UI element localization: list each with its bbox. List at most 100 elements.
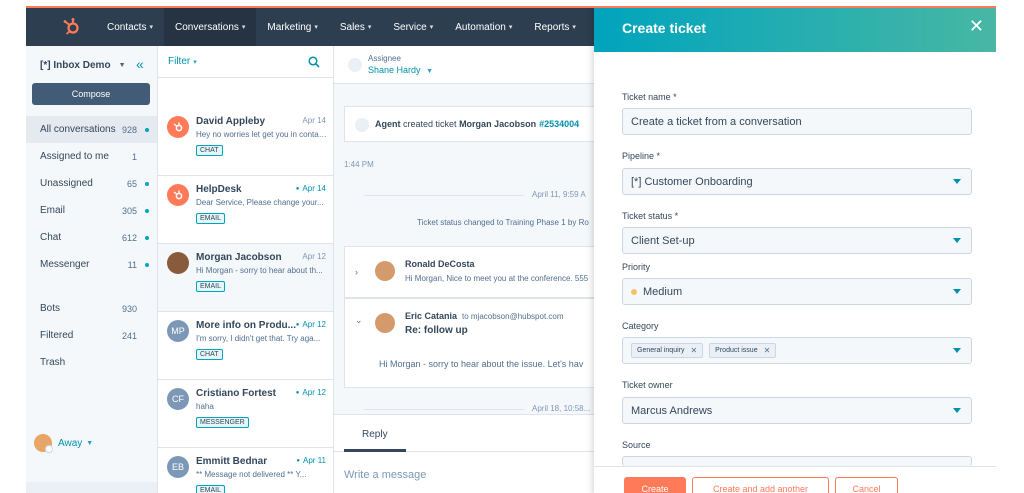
sidebar-item-unassigned[interactable]: Unassigned 65 (26, 170, 157, 197)
sidebar-item-label: Unassigned (40, 178, 93, 189)
message-input[interactable]: Write a message (344, 469, 426, 481)
conversation-date: Apr 12 (302, 252, 326, 261)
category-multiselect[interactable]: General inquiry ✕ Product issue ✕ (622, 337, 972, 364)
create-button[interactable]: Create (624, 477, 686, 493)
avatar (167, 252, 189, 274)
nav-automation[interactable]: Automation ▾ (444, 8, 523, 46)
sidebar-item-count: 305 (121, 205, 137, 216)
caret-down-icon (953, 348, 961, 353)
sidebar-item-label: Messenger (40, 259, 90, 270)
chevron-down-icon: ▾ (429, 24, 434, 31)
create-and-add-another-button[interactable]: Create and add another (692, 477, 829, 493)
list-item[interactable]: MP More info on Produ... Apr 12 I'm sorr… (158, 312, 333, 380)
pipeline-select[interactable]: [*] Customer Onboarding (622, 168, 972, 195)
chevron-right-icon[interactable]: › (355, 267, 358, 277)
sidebar-item-count: 612 (121, 232, 137, 243)
nav-conversations[interactable]: Conversations ▾ (163, 8, 257, 46)
conversation-name: David Appleby (196, 116, 266, 127)
nav-sales[interactable]: Sales ▾ (329, 8, 383, 46)
sidebar-item-label: Chat (40, 232, 62, 243)
user-icon (348, 58, 362, 72)
chevron-down-icon[interactable]: ⌄ (355, 315, 363, 326)
chevron-down-icon: ▾ (508, 24, 513, 31)
sidebar-item-email[interactable]: Email 305 (26, 197, 157, 224)
collapse-sidebar-icon[interactable]: « (136, 56, 144, 72)
email-body: Hi Morgan - sorry to hear about the issu… (379, 359, 584, 369)
list-item[interactable]: CF Cristiano Fortest Apr 12 haha MESSENG… (158, 380, 333, 448)
chevron-down-icon: ▾ (241, 24, 246, 31)
sidebar-item-assigned-to-me[interactable]: Assigned to me 1 (26, 143, 157, 170)
list-item[interactable]: EB Emmitt Bednar Apr 11 ** Message not d… (158, 448, 333, 493)
ticket-link[interactable]: #2534004 (539, 119, 579, 129)
thread-header: Assignee Shane Hardy ▼ (334, 46, 594, 84)
caret-down-icon (953, 238, 961, 243)
panel-footer: Create Create and add another Cancel (594, 466, 996, 493)
sidebar-item-messenger[interactable]: Messenger 11 (26, 251, 157, 278)
ticket-name-input[interactable]: Create a ticket from a conversation (622, 108, 972, 135)
panel-header: Create ticket ✕ (594, 8, 996, 52)
list-item[interactable]: David Appleby Apr 14 Hey no worries let … (158, 108, 333, 176)
close-icon[interactable]: ✕ (969, 16, 984, 37)
caret-down-icon: ▼ (118, 62, 126, 69)
list-item[interactable]: HelpDesk Apr 14 Dear Service, Please cha… (158, 176, 333, 244)
ticket-icon (355, 118, 369, 132)
sidebar-item-chat[interactable]: Chat 612 (26, 224, 157, 251)
panel-title: Create ticket (622, 20, 707, 36)
compose-button[interactable]: Compose (32, 83, 150, 105)
email-subject: Re: follow up (405, 325, 468, 336)
chevron-down-icon: ▾ (367, 24, 372, 31)
avatar: MP (167, 320, 189, 342)
sidebar-item-bots[interactable]: Bots 930 (26, 295, 157, 322)
assignee-selector[interactable]: Shane Hardy ▼ (368, 65, 433, 75)
nav-service[interactable]: Service ▾ (382, 8, 444, 46)
unread-dot-icon (145, 182, 149, 186)
remove-chip-icon[interactable]: ✕ (764, 346, 771, 355)
channel-badge: EMAIL (196, 281, 226, 292)
inbox-name: [*] Inbox Demo (40, 60, 111, 71)
sender-name: Ronald DeCosta (405, 259, 475, 269)
nav-contacts[interactable]: Contacts ▾ (96, 8, 164, 46)
sidebar-item-trash[interactable]: Trash (26, 349, 157, 376)
availability-status[interactable]: Away ▼ (34, 434, 94, 453)
unread-dot-icon (145, 263, 149, 267)
inbox-selector[interactable]: [*] Inbox Demo ▼ (40, 60, 126, 71)
search-icon[interactable] (308, 56, 320, 71)
sidebar-item-count: 1 (131, 151, 137, 162)
ticket-status-select[interactable]: Client Set-up (622, 227, 972, 254)
hubspot-logo-icon[interactable] (48, 8, 96, 46)
filter-button[interactable]: Filter (168, 56, 190, 67)
remove-chip-icon[interactable]: ✕ (690, 346, 697, 355)
conversation-preview: haha (196, 402, 214, 411)
status-label: Away (58, 437, 83, 449)
caret-down-icon (953, 289, 961, 294)
chevron-down-icon: ▾ (572, 24, 576, 31)
caret-down-icon (953, 179, 961, 184)
sidebar-item-count: 65 (126, 178, 137, 189)
source-select[interactable] (622, 456, 972, 466)
nav-marketing[interactable]: Marketing ▾ (256, 8, 328, 46)
caret-down-icon: ▼ (86, 439, 94, 447)
conversation-date: Apr 14 (302, 116, 326, 125)
cancel-button[interactable]: Cancel (835, 477, 898, 493)
conversation-date: Apr 12 (296, 388, 326, 397)
email-message-collapsed[interactable]: › Ronald DeCosta Hi Morgan, Nice to meet… (344, 246, 594, 298)
email-message-expanded[interactable]: ⌄ Eric Catania to mjacobson@hubspot.com … (344, 298, 594, 388)
category-chip: Product issue ✕ (709, 343, 777, 358)
list-item[interactable]: Morgan Jacobson Apr 12 Hi Morgan - sorry… (158, 244, 333, 312)
assignee-label: Assignee (368, 54, 401, 63)
sidebar-item-filtered[interactable]: Filtered 241 (26, 322, 157, 349)
channel-badge: MESSENGER (196, 417, 249, 428)
caret-down-icon (953, 408, 961, 413)
ticket-name-label: Ticket name * (622, 92, 677, 102)
avatar (34, 434, 53, 453)
inbox-sidebar: [*] Inbox Demo ▼ « Compose All conversat… (26, 46, 158, 493)
tab-reply[interactable]: Reply (362, 429, 388, 440)
ticket-owner-select[interactable]: Marcus Andrews (622, 397, 972, 424)
priority-select[interactable]: Medium (622, 278, 972, 305)
conversation-name: HelpDesk (196, 184, 242, 195)
hubspot-avatar-icon (167, 184, 189, 206)
nav-reports[interactable]: Reports ▾ (523, 8, 587, 46)
conversation-date: Apr 12 (296, 320, 326, 329)
pipeline-label: Pipeline * (622, 151, 661, 161)
sidebar-item-all-conversations[interactable]: All conversations 928 (26, 116, 157, 143)
